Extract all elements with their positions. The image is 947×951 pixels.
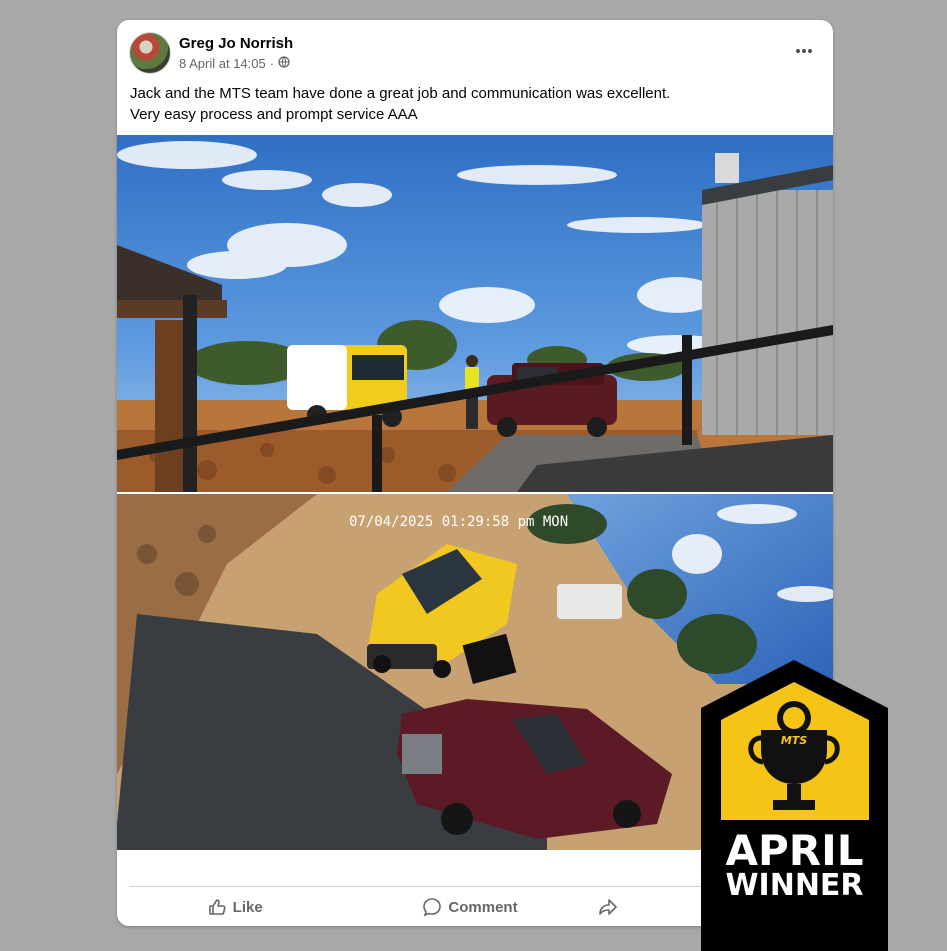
post-photo-yard[interactable] bbox=[117, 135, 833, 492]
share-icon bbox=[598, 899, 617, 915]
post-timestamp[interactable]: 8 April at 14:05 bbox=[179, 56, 266, 71]
comment-label: Comment bbox=[448, 898, 518, 916]
comment-icon bbox=[423, 898, 442, 917]
avatar[interactable] bbox=[129, 32, 171, 74]
post-text: Jack and the MTS team have done a great … bbox=[130, 83, 810, 125]
meta-separator: · bbox=[269, 56, 275, 71]
cctv-timestamp-overlay: 07/04/2025 01:29:58 pm MON bbox=[349, 514, 568, 530]
badge-line-2: WINNER bbox=[725, 868, 864, 903]
post-meta: 8 April at 14:05 · bbox=[179, 56, 290, 71]
like-button[interactable]: Like bbox=[117, 890, 352, 924]
post-text-line-1: Jack and the MTS team have done a great … bbox=[130, 85, 671, 102]
like-label: Like bbox=[232, 898, 263, 916]
badge-brand: MTS bbox=[781, 734, 807, 747]
april-winner-badge: MTS APRIL WINNER bbox=[701, 660, 888, 951]
thumbs-up-icon bbox=[208, 899, 226, 915]
more-dots-icon bbox=[796, 49, 812, 53]
author-name[interactable]: Greg Jo Norrish bbox=[179, 35, 293, 52]
more-options-button[interactable] bbox=[793, 40, 815, 62]
post-text-line-2: Very easy process and prompt service AAA bbox=[130, 106, 418, 123]
globe-icon bbox=[278, 56, 290, 71]
comment-button[interactable]: Comment bbox=[352, 890, 587, 924]
